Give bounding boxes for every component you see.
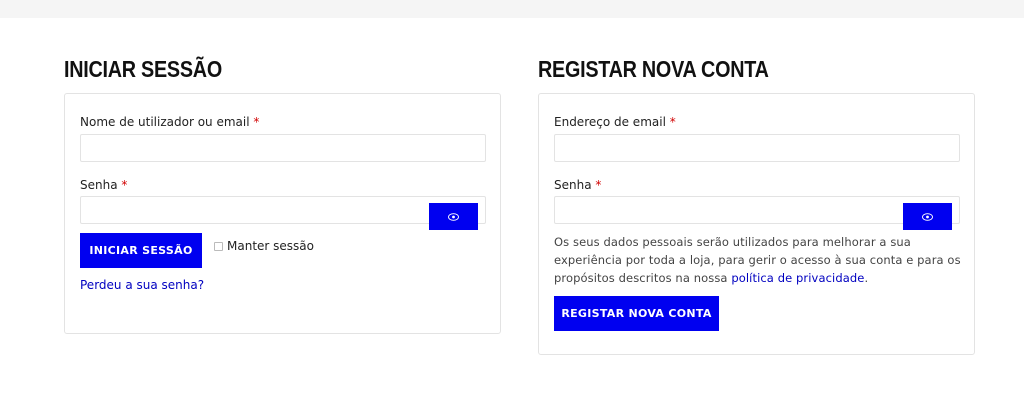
register-password-label: Senha *	[554, 178, 601, 192]
remember-me[interactable]: Manter sessão	[214, 239, 314, 253]
required-marker: *	[253, 115, 260, 129]
username-input[interactable]	[81, 135, 485, 161]
username-field[interactable]	[80, 134, 486, 162]
password-label: Senha *	[80, 178, 127, 192]
remember-label: Manter sessão	[227, 239, 314, 253]
eye-icon	[448, 212, 459, 221]
password-field[interactable]	[80, 196, 486, 230]
register-password-label-text: Senha	[554, 178, 592, 192]
email-label: Endereço de email *	[554, 115, 676, 129]
login-heading: INICIAR SESSÃO	[64, 56, 222, 82]
password-label-text: Senha	[80, 178, 118, 192]
email-label-text: Endereço de email	[554, 115, 666, 129]
register-heading: REGISTAR NOVA CONTA	[538, 56, 769, 82]
privacy-policy-link[interactable]: política de privacidade	[731, 271, 864, 285]
lost-password-link[interactable]: Perdeu a sua senha?	[80, 278, 204, 292]
email-input[interactable]	[555, 135, 959, 161]
privacy-notice: Os seus dados pessoais serão utilizados …	[554, 233, 964, 287]
show-register-password-button[interactable]	[903, 203, 952, 230]
eye-icon	[922, 212, 933, 221]
username-label-text: Nome de utilizador ou email	[80, 115, 250, 129]
register-section: REGISTAR NOVA CONTA Endereço de email * …	[538, 52, 975, 355]
show-password-button[interactable]	[429, 203, 478, 230]
register-form: Endereço de email * Senha * Os seus dado…	[538, 93, 975, 355]
remember-checkbox[interactable]	[214, 241, 223, 251]
register-button[interactable]: REGISTAR NOVA CONTA	[554, 296, 719, 331]
required-marker: *	[121, 178, 128, 192]
top-bar	[0, 0, 1024, 18]
required-marker: *	[669, 115, 676, 129]
required-marker: *	[595, 178, 602, 192]
register-password-field[interactable]	[554, 196, 960, 230]
register-password-input[interactable]	[555, 197, 959, 223]
username-label: Nome de utilizador ou email *	[80, 115, 259, 129]
login-button[interactable]: INICIAR SESSÃO	[80, 233, 202, 268]
password-input[interactable]	[81, 197, 485, 223]
login-form: Nome de utilizador ou email * Senha * IN…	[64, 93, 501, 334]
email-field[interactable]	[554, 134, 960, 162]
privacy-end: .	[864, 271, 869, 285]
login-section: INICIAR SESSÃO Nome de utilizador ou ema…	[64, 52, 501, 334]
